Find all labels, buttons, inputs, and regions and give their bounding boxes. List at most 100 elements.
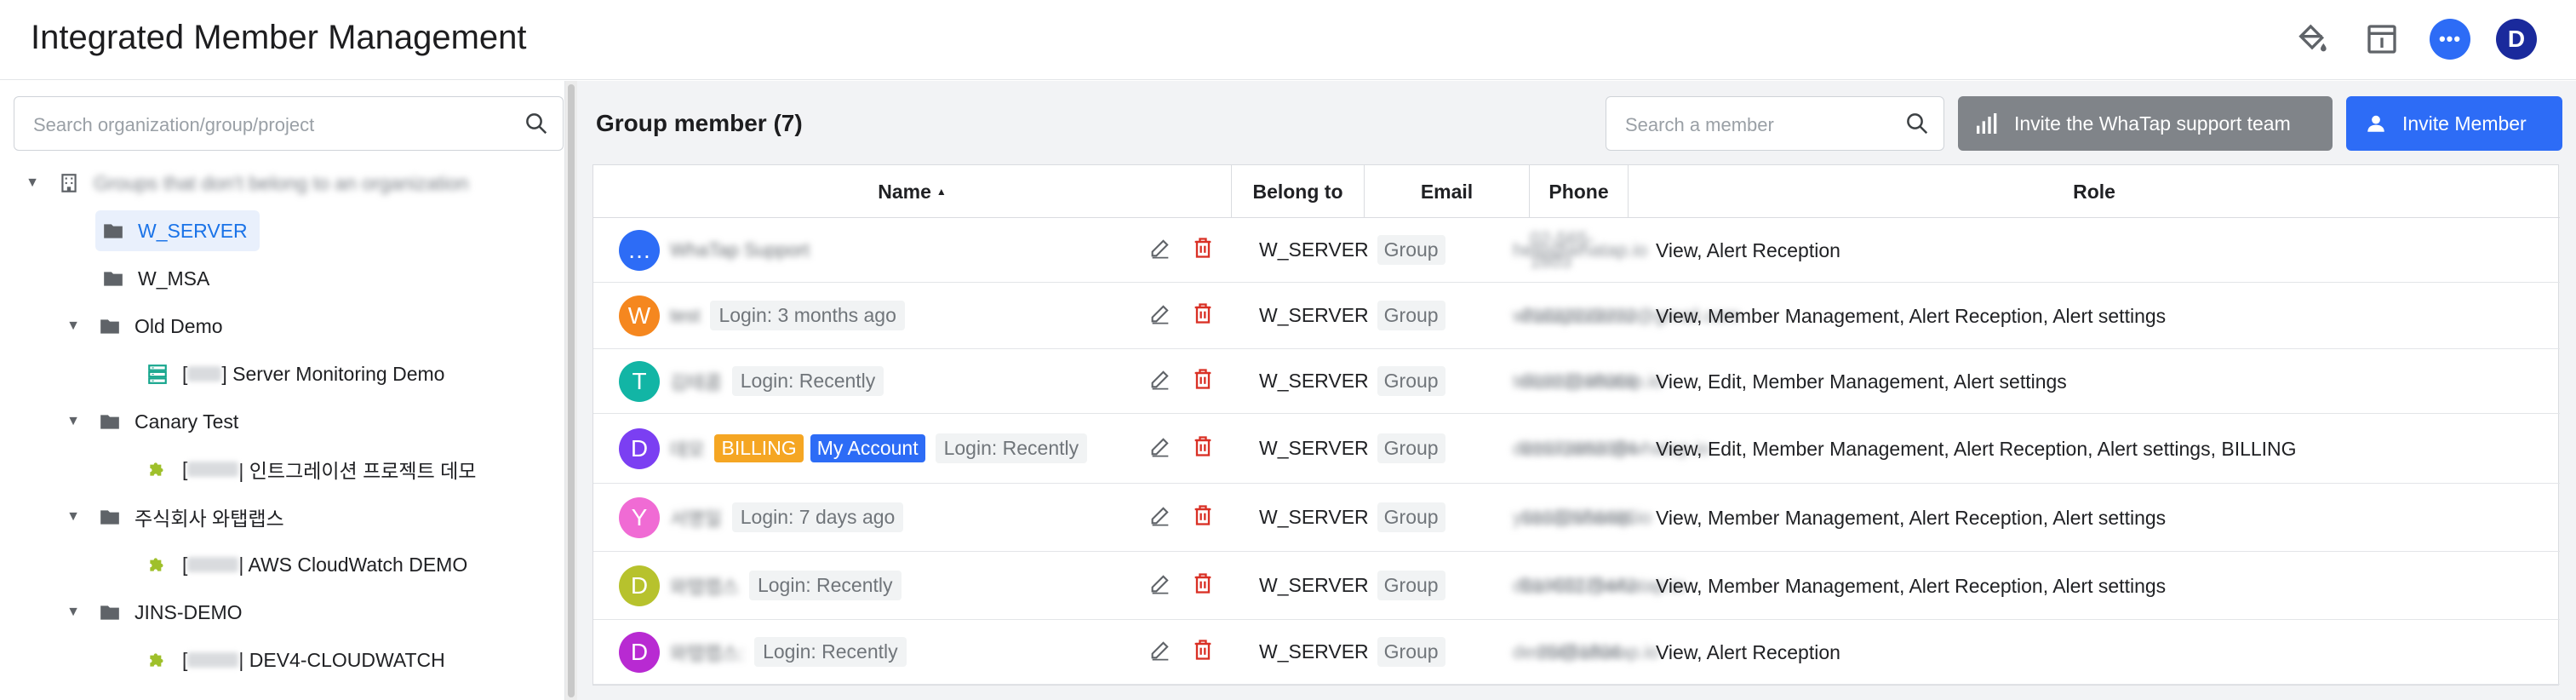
member-phone: 01023198069: [1521, 370, 1637, 392]
edit-icon[interactable]: [1148, 571, 1172, 600]
app-header: Integrated Member Management ••• D: [0, 0, 2576, 80]
invite-support-team-button[interactable]: Invite the WhaTap support team: [1958, 96, 2333, 151]
table-row[interactable]: D 와탭랩스 Login: Recently W_SERVER Group dba+001…: [593, 552, 2560, 620]
role-cell: View, Alert Reception: [1656, 218, 2560, 282]
phone-cell: 01072883384: [1522, 414, 1637, 483]
last-login-badge: Login: Recently: [731, 366, 884, 396]
table-header: Name ▲ Belong to Email Phone Role: [593, 165, 2560, 218]
puzzle-icon: [145, 552, 170, 577]
belong-group: W_SERVER: [1259, 304, 1369, 326]
search-icon[interactable]: [524, 111, 549, 141]
sidebar-scrollbar[interactable]: [565, 81, 577, 700]
puzzle-icon: [145, 647, 170, 673]
member-phone: 25651804: [1537, 640, 1621, 663]
column-header-phone[interactable]: Phone: [1530, 165, 1629, 218]
member-phone: 02-565-1803: [1530, 227, 1594, 272]
belong-group: W_SERVER: [1259, 574, 1369, 596]
group-badge: Group: [1377, 637, 1445, 667]
delete-icon[interactable]: [1191, 503, 1215, 532]
column-header-belong[interactable]: Belong to: [1232, 165, 1365, 218]
table-row[interactable]: D 와탭랩스: Login: Recently W_SERVER Group demo@w…: [593, 620, 2560, 685]
tree-item-label: W_MSA: [138, 267, 210, 290]
avatar: D: [619, 631, 660, 673]
table-row[interactable]: D 데모 BILLING My Account Login: Recently W_SER…: [593, 414, 2560, 484]
tree-item-server-monitoring-demo[interactable]: [] Server Monitoring Demo: [145, 353, 444, 394]
column-header-name[interactable]: Name ▲: [593, 165, 1232, 218]
member-role: View, Alert Reception: [1656, 640, 1840, 663]
page-title: Integrated Member Management: [31, 19, 527, 56]
tree-item-root[interactable]: ▼ Groups that don't belong to an organiz…: [22, 163, 468, 204]
tree-item-w-msa[interactable]: W_MSA: [100, 258, 209, 299]
belong-group: W_SERVER: [1259, 506, 1369, 528]
table-row[interactable]: Wtest Login: 3 months ago W_SERVER Group wha…: [593, 283, 2560, 349]
last-login-badge: Login: 7 days ago: [731, 502, 904, 532]
member-name: 와탭랩스:: [670, 642, 745, 664]
delete-icon[interactable]: [1191, 301, 1215, 330]
edit-icon[interactable]: [1148, 236, 1172, 265]
edit-icon[interactable]: [1148, 367, 1172, 396]
tree-item-jins-demo[interactable]: ▼ JINS-DEMO: [63, 592, 243, 633]
member-phone: 01072883384: [1521, 437, 1637, 459]
avatar: …: [619, 229, 660, 271]
tree-item-dev4-cloudwatch[interactable]: [| DEV4-CLOUDWATCH: [145, 640, 445, 680]
org-search-input[interactable]: Search organization/group/project: [14, 96, 564, 151]
info-panel-icon[interactable]: [2360, 17, 2404, 61]
invite-member-button[interactable]: Invite Member: [2346, 96, 2562, 151]
last-login-badge: Login: Recently: [748, 571, 902, 600]
tree-item-label: W_SERVER: [138, 219, 248, 242]
row-actions: [1148, 484, 1215, 551]
member-search-input[interactable]: Search a member: [1606, 96, 1944, 151]
edit-icon[interactable]: [1148, 503, 1172, 532]
my-account-badge: My Account: [810, 434, 925, 462]
table-row[interactable]: Y 서명일 Login: 7 days ago W_SERVER Group yseo@w…: [593, 484, 2560, 552]
tree-item-whataplabs[interactable]: ▼ 주식회사 와탭랩스: [63, 496, 284, 537]
belong-cell: W_SERVER Group: [1259, 349, 1445, 413]
header-actions: ••• D: [2290, 17, 2537, 61]
table-row[interactable]: … WhaTap Support W_SERVER Group help@whatap.…: [593, 218, 2560, 283]
member-name: 데모: [670, 439, 705, 461]
belong-group: W_SERVER: [1259, 640, 1369, 663]
search-icon[interactable]: [1904, 111, 1930, 141]
row-actions: [1148, 218, 1215, 282]
edit-icon[interactable]: [1148, 638, 1172, 667]
tree-item-label: JINS-DEMO: [135, 600, 243, 623]
tree-item-old-demo[interactable]: ▼ Old Demo: [63, 306, 222, 347]
billing-badge: BILLING: [714, 434, 804, 462]
chevron-down-icon[interactable]: ▼: [63, 605, 83, 620]
delete-icon[interactable]: [1191, 571, 1215, 600]
chevron-down-icon[interactable]: ▼: [63, 509, 83, 525]
delete-icon[interactable]: [1191, 638, 1215, 667]
edit-icon[interactable]: [1148, 301, 1172, 330]
delete-icon[interactable]: [1191, 434, 1215, 463]
chat-icon[interactable]: •••: [2430, 19, 2470, 60]
table-row[interactable]: T 김테콤 Login: Recently W_SERVER Group tekom@wh…: [593, 349, 2560, 414]
role-cell: View, Member Management, Alert Reception…: [1656, 484, 2560, 551]
role-cell: View, Member Management, Alert Reception…: [1656, 552, 2560, 619]
scrollbar-thumb[interactable]: [568, 84, 575, 697]
avatar: D: [619, 565, 660, 606]
member-role: View, Member Management, Alert Reception…: [1656, 304, 2167, 327]
column-header-role[interactable]: Role: [1629, 165, 2560, 218]
chevron-down-icon[interactable]: ▼: [22, 175, 43, 191]
tree-item-canary-test[interactable]: ▼ Canary Test: [63, 401, 238, 442]
member-role: View, Member Management, Alert Reception…: [1656, 506, 2167, 529]
paint-bucket-icon[interactable]: [2290, 17, 2334, 61]
tree-item-w-server[interactable]: W_SERVER: [95, 210, 260, 251]
phone-cell: 02-565-1803: [1530, 218, 1629, 282]
delete-icon[interactable]: [1191, 367, 1215, 396]
chevron-down-icon[interactable]: ▼: [63, 414, 83, 429]
column-header-email[interactable]: Email: [1365, 165, 1530, 218]
edit-icon[interactable]: [1148, 434, 1172, 463]
phone-cell: 25651804: [1530, 620, 1629, 684]
group-badge: Group: [1377, 301, 1445, 330]
sort-asc-icon[interactable]: ▲: [936, 186, 947, 198]
redacted-id: [187, 557, 239, 572]
role-cell: View, Edit, Member Management, Alert Rec…: [1656, 414, 2560, 483]
tree-item-aws-cloudwatch-demo[interactable]: [| AWS CloudWatch DEMO: [145, 544, 467, 585]
delete-icon[interactable]: [1191, 236, 1215, 265]
tree-item-integration-demo[interactable]: [| 인트그레이션 프로젝트 데모: [145, 449, 476, 490]
puzzle-icon: [145, 456, 170, 482]
chevron-down-icon[interactable]: ▼: [63, 318, 83, 334]
support-button-label: Invite the WhaTap support team: [2014, 112, 2291, 135]
user-avatar[interactable]: D: [2496, 19, 2537, 60]
